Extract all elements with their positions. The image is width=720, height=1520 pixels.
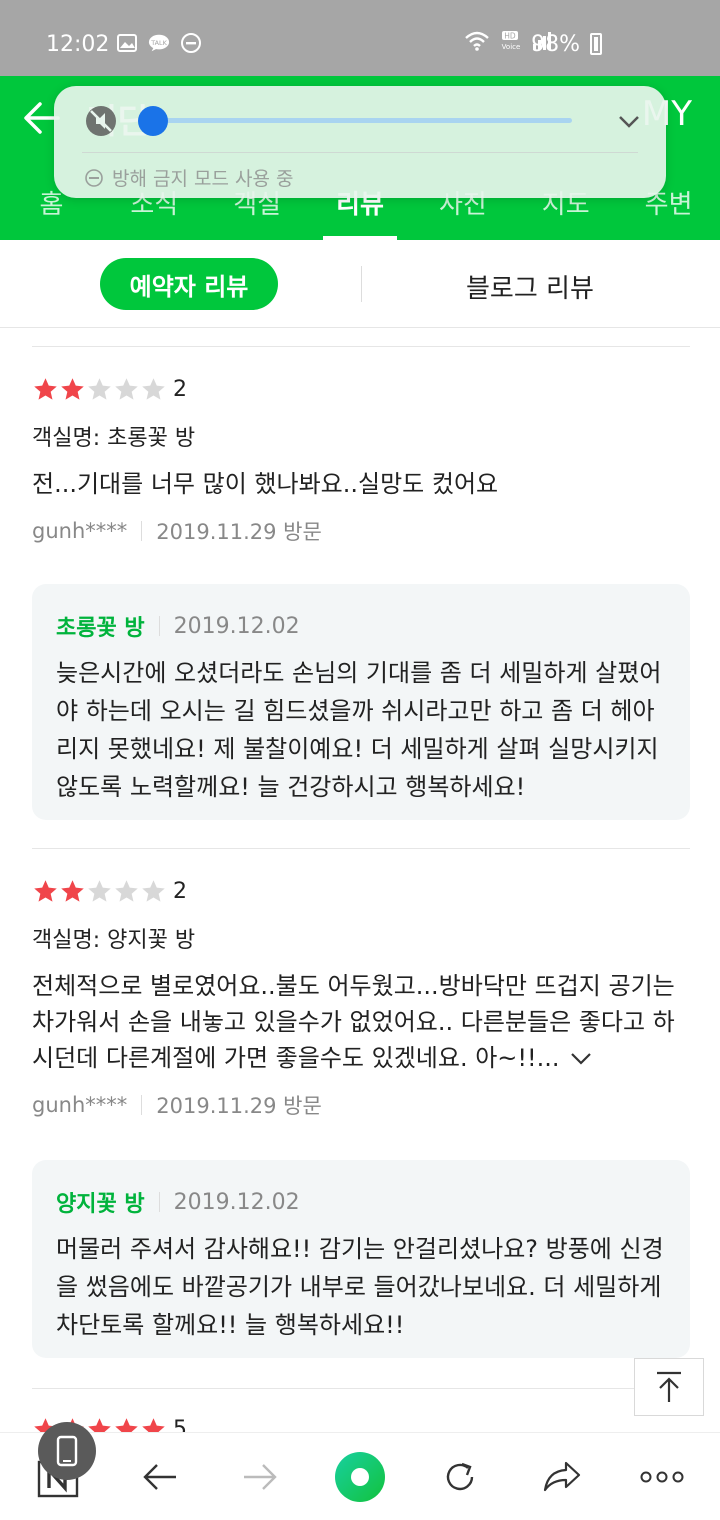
rating-value: 2: [173, 878, 187, 904]
hd-voice-icon: HD Voice: [498, 30, 524, 56]
svg-text:TALK: TALK: [150, 39, 167, 47]
meta-divider: [141, 521, 143, 541]
meta-divider: [158, 616, 160, 636]
talk-icon: TALK: [148, 32, 170, 54]
back-button[interactable]: [130, 1447, 190, 1507]
refresh-button[interactable]: [430, 1447, 490, 1507]
review-type-tabs: 예약자 리뷰 블로그 리뷰: [0, 240, 720, 328]
arrow-right-icon: [244, 1464, 277, 1490]
floating-phone-button[interactable]: [38, 1422, 96, 1480]
star-icon: [34, 377, 57, 400]
review-visit-date: 2019.11.29 방문: [156, 1094, 322, 1118]
star-icon: [61, 377, 84, 400]
reply-text: 머물러 주셔서 감사해요!! 감기는 안걸리셨나요? 방풍에 신경을 썼음에도 …: [56, 1235, 664, 1339]
review-room-name: 객실명: 양지꽃 방: [32, 928, 196, 953]
review-text: 전...기대를 너무 많이 했나봐요..실망도 컸어요: [32, 470, 499, 498]
star-icon: [34, 879, 57, 902]
review-meta: gunh**** 2019.11.29 방문: [32, 516, 690, 546]
star-icon: [88, 879, 111, 902]
reply-header: 초롱꽃 방 2019.12.02: [56, 610, 666, 642]
divider: [32, 1388, 690, 1389]
volume-slider-knob[interactable]: [138, 106, 168, 136]
share-icon: [543, 1461, 581, 1492]
booker-reviews-tab[interactable]: 예약자 리뷰: [100, 258, 278, 310]
forward-button[interactable]: [230, 1447, 290, 1507]
svg-text:HD: HD: [504, 32, 516, 41]
share-button[interactable]: [532, 1447, 592, 1507]
dnd-text: 방해 금지 모드 사용 중: [112, 168, 294, 190]
dnd-icon: [180, 32, 202, 54]
wifi-icon: [464, 31, 490, 55]
subtab-divider: [361, 266, 362, 302]
meta-divider: [141, 1095, 143, 1115]
divider: [32, 848, 690, 849]
battery-percent: 98%: [531, 32, 580, 57]
blog-reviews-tab[interactable]: 블로그 리뷰: [466, 268, 594, 305]
green-dot-button[interactable]: [330, 1447, 390, 1507]
star-icon: [115, 879, 138, 902]
more-dots-icon: [640, 1471, 684, 1483]
battery-icon: [590, 33, 602, 55]
review-user: gunh****: [32, 519, 128, 543]
reply-text: 늦은시간에 오셨더라도 손님의 기대를 좀 더 세밀하게 살폈어야 하는데 오시…: [56, 659, 662, 801]
browser-bottom-bar: [0, 1432, 720, 1520]
review-item: 2 객실명: 초롱꽃 방 전...기대를 너무 많이 했나봐요..실망도 컸어요…: [32, 374, 690, 546]
svg-text:Voice: Voice: [502, 43, 521, 51]
phone-icon: [56, 1435, 78, 1467]
arrow-up-icon: [657, 1371, 681, 1402]
scroll-to-top-button[interactable]: [634, 1358, 704, 1416]
star-icon: [142, 879, 165, 902]
reply-room-name: 양지꽃 방: [56, 1192, 145, 1217]
divider: [32, 346, 690, 347]
review-text: 전체적으로 별로였어요..불도 어두웠고...방바닥만 뜨겁지 공기는 차가워서…: [32, 968, 690, 1076]
review-room-name: 객실명: 초롱꽃 방: [32, 426, 196, 451]
owner-reply: 양지꽃 방 2019.12.02 머물러 주셔서 감사해요!! 감기는 안걸리셨…: [32, 1160, 690, 1358]
review-visit-date: 2019.11.29 방문: [156, 520, 322, 544]
dnd-icon: [84, 168, 104, 188]
volume-slider-track[interactable]: [154, 118, 572, 123]
reply-room-name: 초롱꽃 방: [56, 616, 145, 641]
status-notification-icons: TALK: [116, 32, 202, 54]
reply-date: 2019.12.02: [173, 1189, 300, 1215]
star-icon: [142, 377, 165, 400]
expand-chevron-icon[interactable]: [570, 1052, 592, 1066]
reply-header: 양지꽃 방 2019.12.02: [56, 1186, 666, 1218]
review-user: gunh****: [32, 1093, 128, 1117]
review-item: 2 객실명: 양지꽃 방 전체적으로 별로였어요..불도 어두웠고...방바닥만…: [32, 876, 690, 1120]
status-bar: 12:02 TALK HD Voice 98%: [0, 0, 720, 76]
more-button[interactable]: [632, 1447, 692, 1507]
star-icon: [88, 377, 111, 400]
status-time: 12:02: [46, 32, 110, 57]
volume-overlay: 방해 금지 모드 사용 중: [54, 86, 666, 198]
image-icon: [116, 32, 138, 54]
review-meta: gunh**** 2019.11.29 방문: [32, 1090, 690, 1120]
mute-icon[interactable]: [84, 104, 118, 138]
star-icon: [115, 377, 138, 400]
star-icon: [61, 879, 84, 902]
star-rating: 2: [32, 374, 690, 404]
rating-value: 2: [173, 376, 187, 402]
star-rating: 2: [32, 876, 690, 906]
chevron-down-icon[interactable]: [616, 108, 642, 134]
dnd-status: 방해 금지 모드 사용 중: [84, 164, 293, 191]
meta-divider: [158, 1192, 160, 1212]
overlay-divider: [82, 152, 638, 153]
green-dot-icon: [335, 1452, 385, 1502]
arrow-left-icon: [143, 1464, 176, 1490]
refresh-icon: [446, 1462, 474, 1491]
owner-reply: 초롱꽃 방 2019.12.02 늦은시간에 오셨더라도 손님의 기대를 좀 더…: [32, 584, 690, 820]
reply-date: 2019.12.02: [173, 613, 300, 639]
